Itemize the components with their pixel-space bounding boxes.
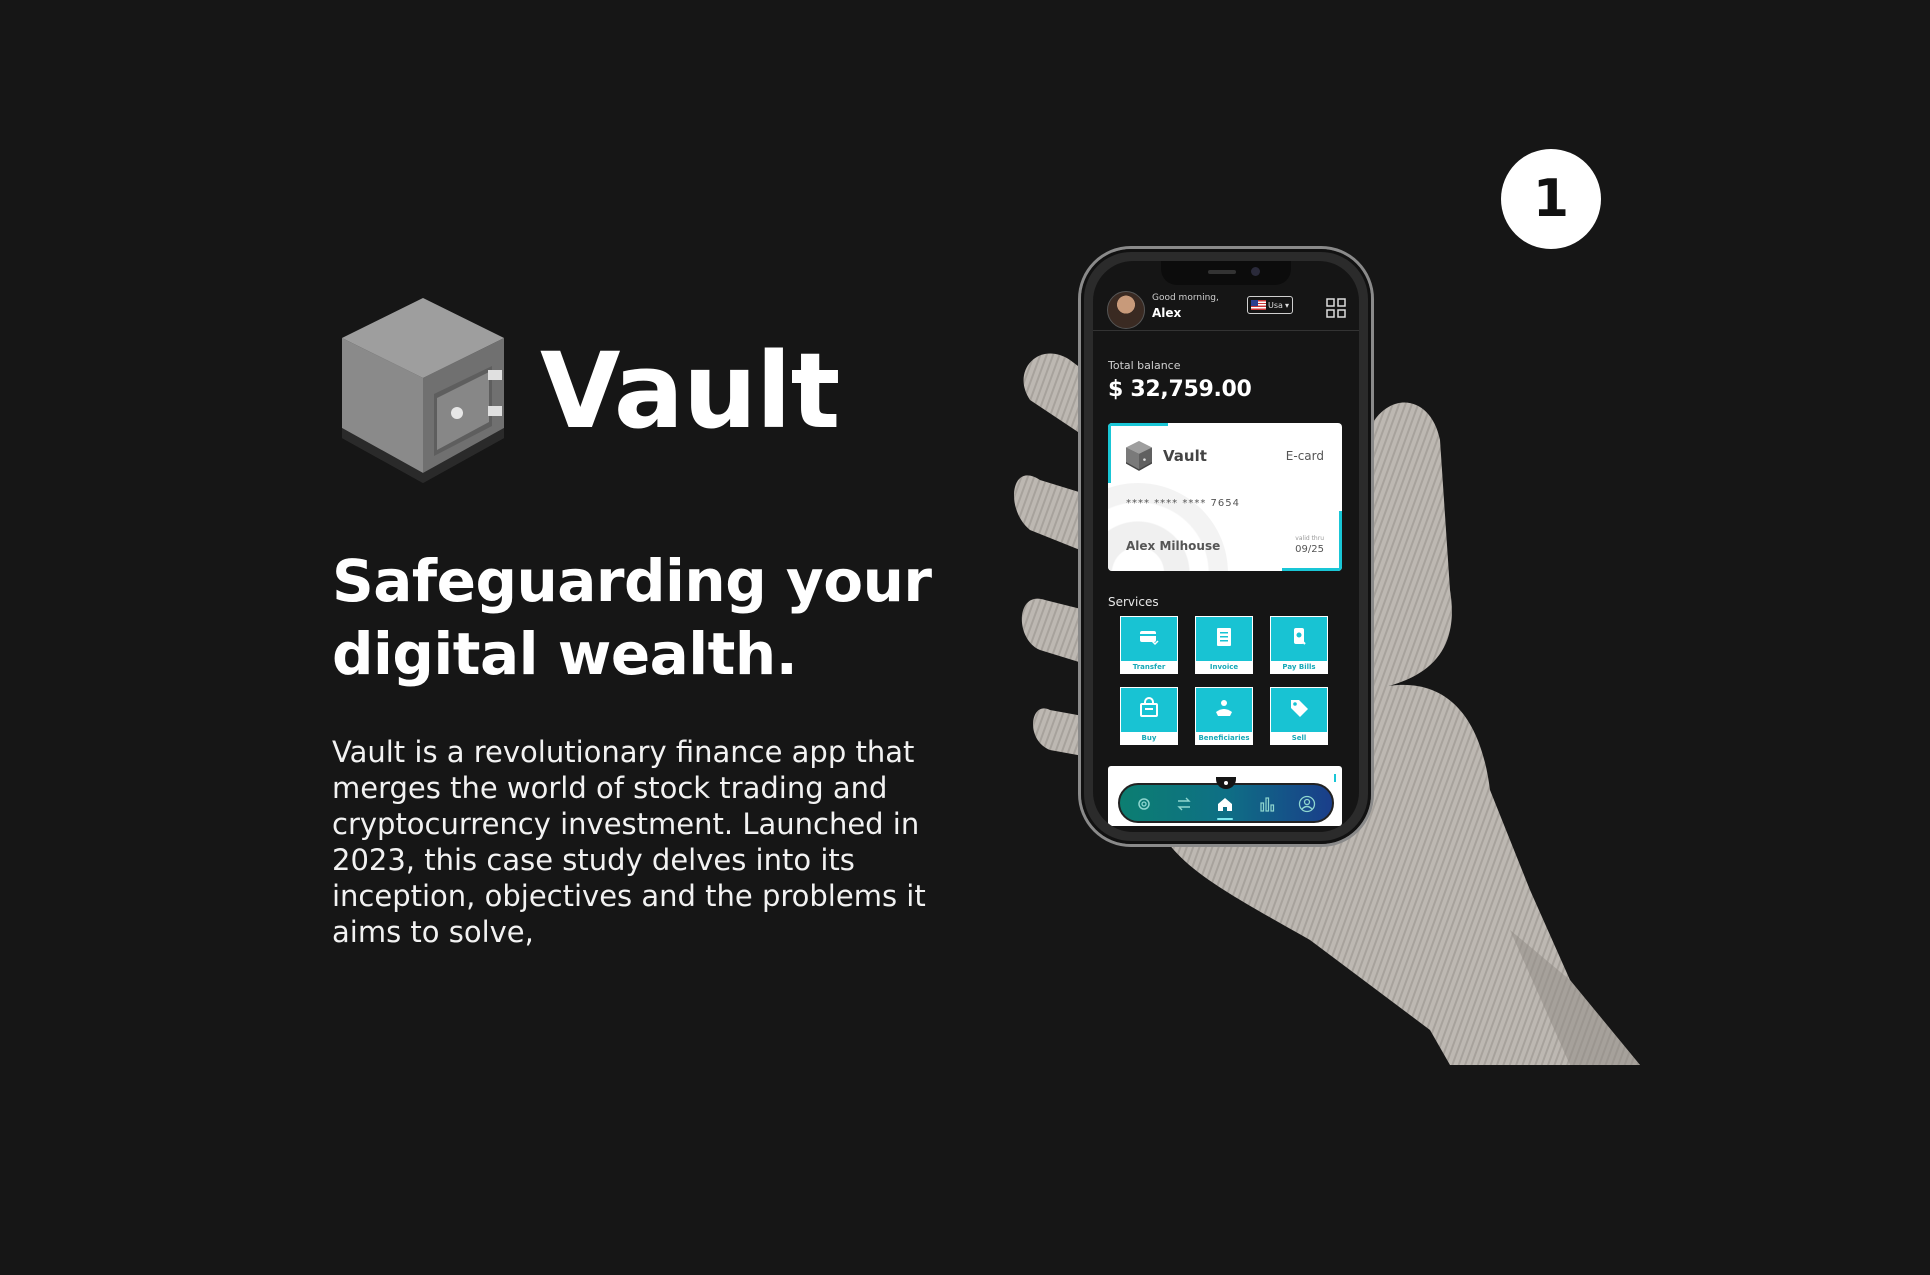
us-flag-icon	[1251, 300, 1266, 310]
active-indicator	[1217, 818, 1233, 820]
description: Vault is a revolutionary finance app tha…	[332, 735, 926, 949]
e-card[interactable]: Vault E-card **** **** **** 7654 Alex Mi…	[1108, 423, 1342, 571]
service-label: Pay Bills	[1271, 661, 1327, 673]
service-buy[interactable]: Buy	[1120, 687, 1178, 745]
greeting: Good morning,	[1152, 293, 1219, 303]
service-pay-bills[interactable]: Pay Bills	[1270, 616, 1328, 674]
pay-bills-icon	[1294, 628, 1306, 645]
service-label: Transfer	[1121, 661, 1177, 673]
card-expiry: 09/25	[1295, 544, 1324, 555]
app-header: Good morning, Alex Usa ▾	[1093, 283, 1359, 331]
profile-icon[interactable]	[1298, 795, 1316, 813]
phone-mockup: Good morning, Alex Usa ▾ Total balance $…	[1081, 249, 1371, 844]
service-label: Buy	[1121, 732, 1177, 744]
phone-notch	[1161, 261, 1291, 285]
card-brand: Vault	[1163, 447, 1207, 465]
service-transfer[interactable]: Transfer	[1120, 616, 1178, 674]
settings-icon[interactable]	[1135, 795, 1153, 813]
card-type: E-card	[1285, 449, 1324, 463]
beneficiaries-icon	[1216, 700, 1232, 716]
service-invoice[interactable]: Invoice	[1195, 616, 1253, 674]
card-expiry-label: valid thru	[1295, 535, 1324, 542]
tag-icon	[1291, 700, 1308, 717]
safe-icon	[1126, 441, 1152, 471]
brand-name: Vault	[540, 329, 840, 452]
bottom-nav	[1118, 777, 1334, 823]
transfer-card-icon	[1140, 631, 1159, 646]
chart-icon[interactable]	[1258, 795, 1276, 813]
country-select[interactable]: Usa ▾	[1247, 296, 1293, 314]
speaker	[1208, 270, 1236, 274]
grid-icon[interactable]	[1326, 298, 1346, 318]
chevron-down-icon: ▾	[1284, 300, 1289, 310]
headline: Safeguarding your digital wealth.	[332, 547, 932, 688]
user-name: Alex	[1152, 306, 1182, 320]
avatar[interactable]	[1107, 291, 1145, 329]
service-sell[interactable]: Sell	[1270, 687, 1328, 745]
brand-header: Vault	[342, 298, 840, 483]
card-holder: Alex Milhouse	[1126, 539, 1221, 553]
country-label: Usa	[1268, 300, 1283, 310]
service-label: Invoice	[1196, 661, 1252, 673]
home-icon[interactable]	[1216, 795, 1234, 813]
balance-value: $ 32,759.00	[1108, 377, 1252, 402]
service-label: Beneficiaries	[1196, 732, 1252, 744]
safe-icon	[342, 298, 504, 483]
front-camera	[1251, 267, 1260, 276]
phone-screen: Good morning, Alex Usa ▾ Total balance $…	[1093, 261, 1359, 832]
case-study-page: Vault Safeguarding your digital wealth. …	[0, 0, 1930, 1275]
swap-icon[interactable]	[1175, 795, 1193, 813]
shopping-bag-icon	[1140, 697, 1158, 717]
services-title: Services	[1108, 595, 1159, 609]
service-beneficiaries[interactable]: Beneficiaries	[1195, 687, 1253, 745]
balance-label: Total balance	[1108, 359, 1181, 372]
service-label: Sell	[1271, 732, 1327, 744]
invoice-icon	[1217, 628, 1231, 646]
card-number: **** **** **** 7654	[1126, 498, 1240, 509]
step-badge: 1	[1501, 149, 1601, 249]
